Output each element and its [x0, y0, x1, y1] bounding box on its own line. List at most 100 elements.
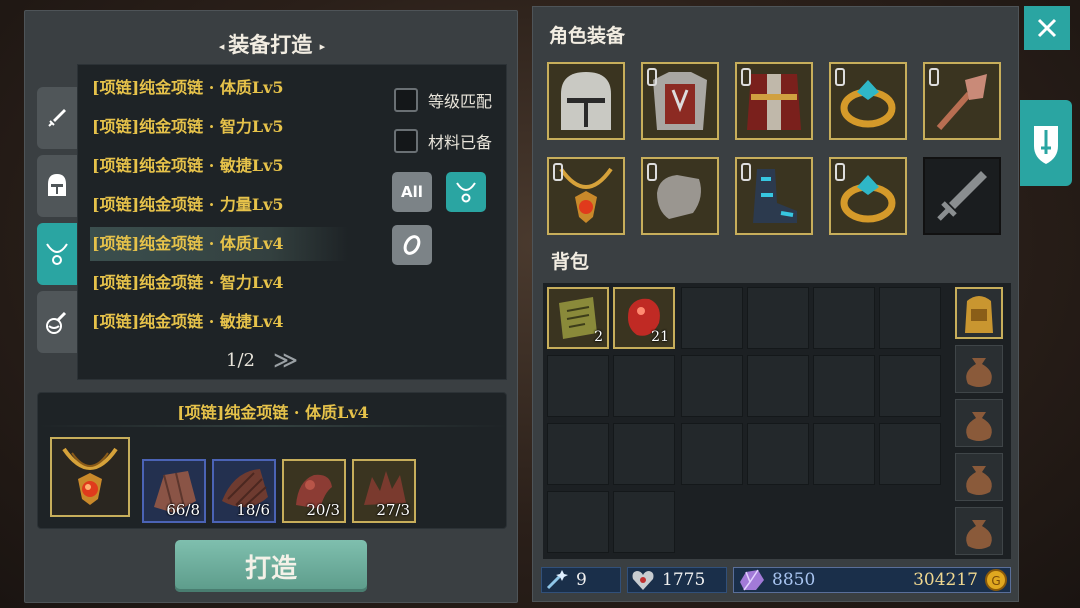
lock-chain-icon [835, 163, 845, 181]
bag-slot-empty[interactable] [879, 287, 941, 349]
gold-count: 304217 [913, 570, 978, 590]
bag-slot-empty[interactable] [613, 423, 675, 485]
recipe-item[interactable]: [项链]纯金项链 · 敏捷Lv5 [90, 149, 390, 183]
wand-count: 9 [576, 570, 587, 590]
bag-slot-empty[interactable] [681, 423, 743, 485]
bag-slot-empty[interactable] [613, 355, 675, 417]
recipe-list: [项链]纯金项链 · 体质Lv5 [项链]纯金项链 · 智力Lv5 [项链]纯金… [77, 64, 507, 380]
tab-weapons[interactable] [37, 87, 77, 149]
bag-slot-empty[interactable] [681, 287, 743, 349]
recipe-item[interactable]: [项链]纯金项链 · 敏捷Lv4 [90, 305, 390, 339]
equip-slot-weapon[interactable] [923, 62, 1001, 140]
currency-wand: 9 [541, 567, 621, 593]
equipment-side-tab[interactable] [1020, 100, 1072, 186]
tab-consumables[interactable] [37, 291, 77, 353]
craft-button[interactable]: 打造 [175, 540, 367, 592]
material-slot[interactable]: 18/6 [212, 459, 276, 523]
material-count: 18/6 [236, 501, 270, 519]
bag-slot-empty[interactable] [813, 355, 875, 417]
next-page-button[interactable]: ≫ [273, 346, 298, 374]
bag-tab-pouch[interactable] [955, 453, 1003, 501]
level-match-checkbox[interactable] [394, 88, 418, 112]
target-item-name: [项链]纯金项链 · 体质Lv4 [177, 403, 369, 422]
bag-slot-empty[interactable] [879, 423, 941, 485]
recipe-item[interactable]: [项链]纯金项链 · 智力Lv4 [90, 266, 390, 300]
equip-slot-ring-1[interactable] [829, 62, 907, 140]
material-slot[interactable]: 66/8 [142, 459, 206, 523]
material-slot[interactable]: 27/3 [352, 459, 416, 523]
equipment-title: 角色装备 [549, 25, 626, 47]
bag-slot-empty[interactable] [747, 355, 809, 417]
recipe-item-selected[interactable]: [项链]纯金项链 · 体质Lv4 [90, 227, 348, 261]
bag-slot[interactable]: 21 [613, 287, 675, 349]
equip-slot-cloak[interactable] [735, 62, 813, 140]
craft-button-label: 打造 [244, 553, 297, 584]
lock-chain-icon [741, 163, 751, 181]
pouch-icon [966, 520, 992, 549]
equip-slot-offhand-empty[interactable] [923, 157, 1001, 235]
heart-count: 1775 [662, 570, 706, 590]
bag-slot-empty[interactable] [681, 355, 743, 417]
bag-tab-backpack[interactable] [955, 287, 1003, 339]
craft-title: ◂ 装备打造 ▸ [25, 29, 519, 59]
bag-slot-empty[interactable] [613, 491, 675, 553]
recipe-item[interactable]: [项链]纯金项链 · 体质Lv5 [90, 71, 390, 105]
bag-slot-empty[interactable] [879, 355, 941, 417]
bag-slot-empty[interactable] [813, 423, 875, 485]
bag-slot-empty[interactable] [747, 423, 809, 485]
target-item-slot[interactable] [50, 437, 130, 517]
level-match-toggle[interactable]: 等级匹配 [394, 88, 492, 112]
tab-armor[interactable] [37, 155, 77, 217]
equip-slot-ring-2[interactable] [829, 157, 907, 235]
gold-necklace-icon [62, 447, 118, 505]
lock-chain-icon [835, 68, 845, 86]
sword-placeholder-icon [937, 171, 987, 221]
bag-grid: 2 21 [543, 283, 1011, 559]
bag-slot-empty[interactable] [547, 423, 609, 485]
helmet-icon [48, 174, 66, 196]
potion-icon [46, 311, 67, 334]
bag-slot-empty[interactable] [547, 355, 609, 417]
craft-panel: ◂ 装备打造 ▸ [项链]纯金项链 · 体质Lv5 [项链]纯金项链 · 智力L… [24, 10, 518, 603]
item-count: 2 [594, 329, 603, 345]
equip-slot-helmet[interactable] [547, 62, 625, 140]
level-match-label: 等级匹配 [428, 92, 493, 111]
filter-necklace-button[interactable] [446, 172, 486, 212]
filter-all-button[interactable]: All [392, 172, 432, 212]
recipe-item[interactable]: [项链]纯金项链 · 智力Lv5 [90, 110, 390, 144]
page-indicator: 1/2 [226, 349, 255, 371]
bag-title: 背包 [551, 251, 590, 273]
tab-accessories[interactable] [37, 223, 77, 285]
pager: 1/2 ≫ [218, 346, 338, 374]
sword-icon [48, 109, 66, 127]
target-item-box: [项链]纯金项链 · 体质Lv4 66/8 18/6 20/3 27/3 [37, 392, 508, 529]
bag-slot-empty[interactable] [547, 491, 609, 553]
material-count: 20/3 [306, 501, 340, 519]
equip-slot-boots[interactable] [735, 157, 813, 235]
bag-tab-pouch[interactable] [955, 507, 1003, 555]
materials-ready-toggle[interactable]: 材料已备 [394, 129, 492, 153]
equip-slot-gloves[interactable] [641, 157, 719, 235]
svg-text:G: G [991, 574, 1000, 588]
lock-chain-icon [929, 68, 939, 86]
bag-tab-pouch[interactable] [955, 345, 1003, 393]
divider [38, 425, 508, 427]
bag-slot[interactable]: 2 [547, 287, 609, 349]
bag-tab-pouch[interactable] [955, 399, 1003, 447]
ring-icon [403, 235, 421, 255]
recipe-item[interactable]: [项链]纯金项链 · 力量Lv5 [90, 188, 390, 222]
bag-slot-empty[interactable] [747, 287, 809, 349]
close-button[interactable] [1024, 6, 1070, 50]
pouch-icon [966, 358, 992, 387]
lock-chain-icon [647, 163, 657, 181]
necklace-icon [46, 243, 68, 265]
equip-slot-necklace[interactable] [547, 157, 625, 235]
title-deco-right: ▸ [319, 40, 326, 53]
material-slot[interactable]: 20/3 [282, 459, 346, 523]
pouch-icon [966, 466, 992, 495]
bag-slot-empty[interactable] [813, 287, 875, 349]
filter-ring-button[interactable] [392, 225, 432, 265]
equip-slot-chest[interactable] [641, 62, 719, 140]
currency-heart: 1775 [627, 567, 727, 593]
materials-ready-checkbox[interactable] [394, 129, 418, 153]
